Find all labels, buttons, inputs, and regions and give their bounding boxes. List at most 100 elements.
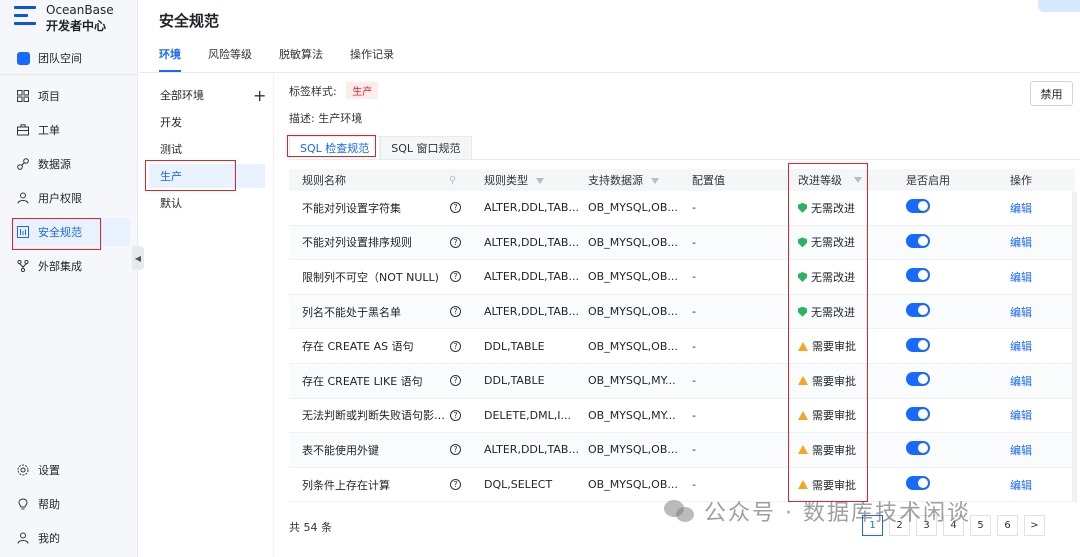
next-page-button[interactable]: > (1024, 515, 1045, 536)
edit-link[interactable]: 编辑 (1010, 409, 1032, 422)
subtab-sql-window[interactable]: SQL 窗口规范 (380, 136, 472, 160)
enable-toggle[interactable] (906, 233, 930, 248)
edit-link[interactable]: 编辑 (1010, 271, 1032, 284)
help-icon[interactable]: ? (450, 375, 461, 387)
rule-name: 列条件上存在计算 (302, 478, 390, 492)
help-icon[interactable]: ? (450, 306, 461, 318)
rule-name: 限制列不可空（NOT NULL) (302, 270, 439, 284)
improve-level-label: 无需改进 (811, 270, 855, 284)
rule-datasource: OB_MYSQL,MY... (588, 408, 676, 422)
enable-toggle[interactable] (906, 372, 930, 387)
help-icon[interactable]: ? (450, 409, 461, 421)
table-row: 无法判断或判断失败语句影响...? DELETE,DML,I... OB_MYSQL… (289, 399, 1075, 434)
page-button[interactable]: 3 (916, 515, 937, 536)
enable-toggle[interactable] (906, 303, 930, 318)
nav-item-help[interactable]: 帮助 (10, 490, 130, 518)
brand[interactable]: OceanBase 开发者中心 (14, 2, 114, 42)
rule-datasource: OB_MYSQL,OB... (588, 270, 678, 284)
improve-level-label: 无需改进 (811, 305, 855, 319)
rule-datasource: OB_MYSQL,MY... (588, 374, 676, 388)
enable-toggle[interactable] (906, 199, 930, 214)
tab-environment[interactable]: 环境 (159, 46, 181, 72)
tab-masking-algorithm[interactable]: 脱敏算法 (279, 46, 323, 72)
help-icon[interactable]: ? (450, 271, 461, 283)
rule-type: ALTER,DDL,TAB... (484, 270, 579, 284)
rule-type: ALTER,DDL,TAB... (484, 235, 579, 249)
help-icon[interactable]: ? (450, 202, 461, 214)
improve-level-label: 无需改进 (811, 236, 855, 250)
rule-datasource: OB_MYSQL,OB... (588, 305, 678, 319)
nav-item-user-permission[interactable]: 用户权限 (10, 184, 130, 212)
config-value: - (692, 339, 696, 353)
improve-level-label: 需要审批 (812, 409, 856, 423)
config-value: - (692, 235, 696, 249)
edit-link[interactable]: 编辑 (1010, 479, 1032, 492)
rule-name: 表不能使用外键 (302, 443, 379, 457)
edit-link[interactable]: 编辑 (1010, 444, 1032, 457)
help-icon[interactable]: ? (450, 444, 461, 456)
brand-name: OceanBase (46, 3, 114, 17)
nav-label: 工单 (38, 124, 60, 137)
header-rule-name: 规则名称 ⚲ (302, 174, 457, 187)
rule-name: 不能对列设置字符集 (302, 201, 401, 215)
team-space-label: 团队空间 (38, 52, 82, 65)
nav-item-mine[interactable]: 我的 (10, 524, 130, 552)
warning-icon (798, 341, 808, 351)
page-button[interactable]: 5 (970, 515, 991, 536)
improve-level: 需要审批 (786, 338, 890, 354)
improve-level: 需要审批 (786, 373, 890, 389)
nav-label: 项目 (38, 90, 60, 103)
improve-level-label: 需要审批 (812, 340, 856, 354)
nav-item-security-rules[interactable]: 安全规范 (10, 218, 130, 246)
rule-type: DDL,TABLE (484, 339, 545, 353)
env-item-default[interactable]: 默认 (149, 191, 265, 215)
page-button[interactable]: 2 (889, 515, 910, 536)
edit-link[interactable]: 编辑 (1010, 202, 1032, 215)
help-icon[interactable]: ? (450, 479, 461, 491)
nav-item-settings[interactable]: 设置 (10, 456, 130, 484)
nav-label: 我的 (38, 532, 60, 545)
improve-level-label: 无需改进 (811, 201, 855, 215)
nav-item-tickets[interactable]: 工单 (10, 116, 130, 144)
improve-level: 需要审批 (786, 477, 890, 493)
enable-toggle[interactable] (906, 337, 930, 352)
tab-operation-log[interactable]: 操作记录 (350, 46, 394, 72)
page-button[interactable]: 1 (862, 515, 883, 536)
nav-item-integration[interactable]: 外部集成 (10, 252, 130, 280)
env-item-test[interactable]: 测试 (149, 137, 265, 161)
enable-toggle[interactable] (906, 441, 930, 456)
tab-risk-level[interactable]: 风险等级 (208, 46, 252, 72)
plus-icon[interactable]: + (253, 86, 266, 105)
shield-check-icon (798, 271, 807, 282)
nav-item-datasource[interactable]: 数据源 (10, 150, 130, 178)
enable-toggle[interactable] (906, 406, 930, 421)
nav-label: 用户权限 (38, 192, 82, 205)
rules-table: 规则名称 ⚲ 规则类型 支持数据源 配置值 改进等级 是否启用 操作 不能对列设… (289, 169, 1075, 503)
disable-button[interactable]: 禁用 (1030, 81, 1073, 106)
team-space-switch[interactable]: 团队空间 (10, 44, 130, 72)
page-button[interactable]: 4 (943, 515, 964, 536)
nav-label: 安全规范 (38, 226, 82, 239)
filter-icon[interactable] (536, 178, 544, 184)
help-icon[interactable]: ? (450, 340, 461, 352)
edit-link[interactable]: 编辑 (1010, 375, 1032, 388)
filter-icon[interactable] (651, 178, 659, 184)
rule-datasource: OB_MYSQL,OB... (588, 443, 678, 457)
edit-link[interactable]: 编辑 (1010, 306, 1032, 319)
nav-item-projects[interactable]: 项目 (10, 82, 130, 110)
filter-icon[interactable] (854, 177, 862, 183)
team-space-icon (16, 51, 30, 65)
table-scrollbar[interactable] (1072, 192, 1077, 502)
edit-link[interactable]: 编辑 (1010, 340, 1032, 353)
env-item-dev[interactable]: 开发 (149, 110, 265, 134)
page-button[interactable]: 6 (997, 515, 1018, 536)
edit-link[interactable]: 编辑 (1010, 236, 1032, 249)
table-header: 规则名称 ⚲ 规则类型 支持数据源 配置值 改进等级 是否启用 操作 (289, 169, 1075, 191)
env-item-all[interactable]: 全部环境 (149, 83, 265, 107)
enable-toggle[interactable] (906, 476, 930, 491)
enable-toggle[interactable] (906, 268, 930, 283)
subtab-sql-check[interactable]: SQL 检查规范 (289, 136, 381, 160)
search-icon[interactable]: ⚲ (449, 175, 456, 186)
help-icon[interactable]: ? (450, 236, 461, 248)
env-item-prod[interactable]: 生产 (149, 164, 265, 188)
